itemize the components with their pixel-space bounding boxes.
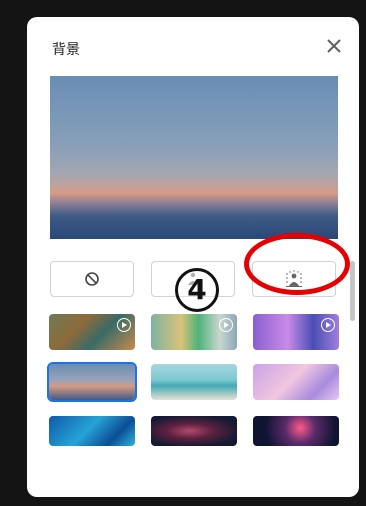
no-background-button[interactable]	[50, 261, 134, 297]
thumbnail-galaxy[interactable]	[151, 416, 237, 446]
scrollbar[interactable]	[350, 261, 355, 321]
thumbnail-fireworks[interactable]	[253, 416, 339, 446]
thumbnail-purple-building[interactable]	[253, 314, 339, 350]
background-preview	[50, 76, 338, 239]
animated-badge-icon	[321, 318, 335, 332]
close-icon[interactable]	[323, 35, 345, 57]
no-background-icon	[85, 272, 99, 286]
thumbnail-sunset-horizon[interactable]	[47, 362, 137, 402]
thumbnail-classroom[interactable]	[151, 314, 237, 350]
thumbnail-blue-water[interactable]	[49, 416, 135, 446]
highlight-ellipse	[244, 233, 350, 295]
dialog-title: 背景	[52, 42, 80, 58]
thumbnail-fantasy-forest[interactable]	[49, 314, 135, 350]
animated-badge-icon	[219, 318, 233, 332]
animated-badge-icon	[117, 318, 131, 332]
step-number-badge: 4	[175, 268, 219, 312]
thumbnail-beach[interactable]	[151, 364, 237, 400]
thumbnail-pink-clouds[interactable]	[253, 364, 339, 400]
